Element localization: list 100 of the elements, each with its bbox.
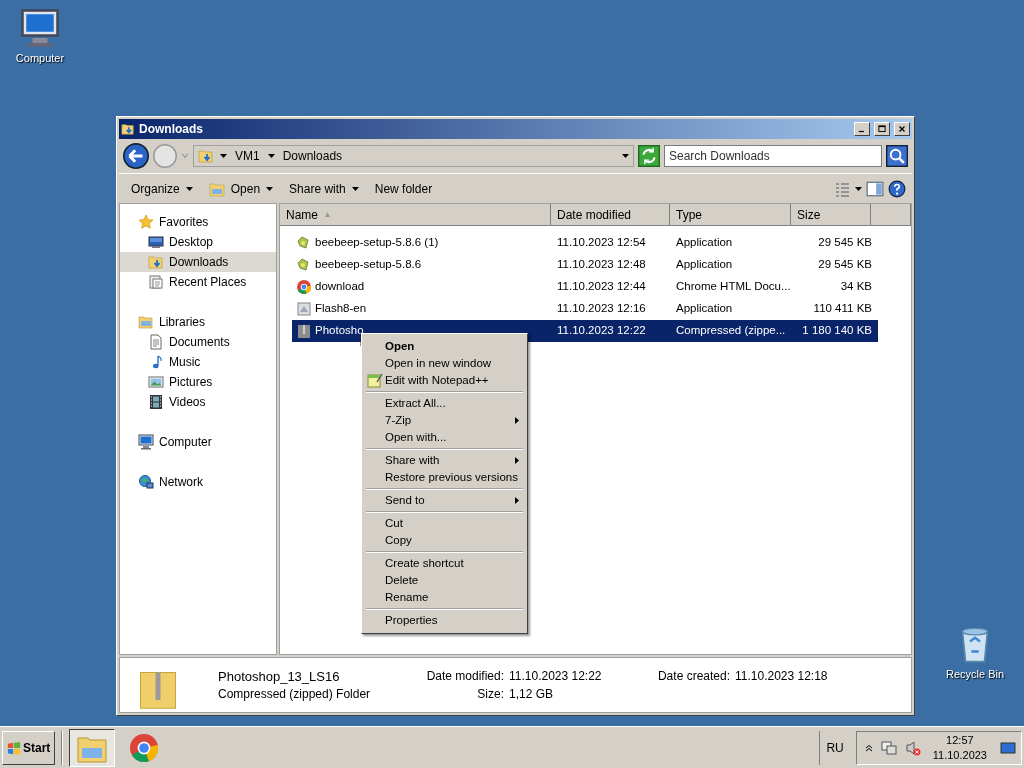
file-row[interactable]: Flash8-en 11.10.2023 12:16 Application 110 411 KB: [292, 298, 878, 320]
computer-icon: [138, 434, 154, 450]
refresh-button[interactable]: [638, 145, 660, 167]
menu-item[interactable]: Extract All...: [366, 395, 523, 412]
table-cell-text: 110 411 KB: [812, 301, 873, 317]
table-cell-text: 1 180 140 KB: [801, 323, 873, 339]
maximize-button[interactable]: [874, 122, 890, 136]
menu-item[interactable]: Restore previous versions: [366, 469, 523, 486]
nav-item[interactable]: Libraries: [120, 312, 276, 332]
menu-item[interactable]: Rename: [366, 589, 523, 606]
caret-icon: [267, 154, 275, 158]
menu-item[interactable]: 7-Zip: [366, 412, 523, 429]
document-icon: [148, 334, 164, 350]
folder-download-icon: [121, 122, 135, 136]
desktop-icon-label[interactable]: Recycle Bin: [945, 666, 1005, 683]
field-value: 11.10.2023 12:18: [735, 668, 828, 685]
caret-icon: [185, 186, 193, 191]
column-header[interactable]: Date modified: [551, 204, 670, 226]
toolbar-menu-button[interactable]: Organize: [125, 177, 199, 200]
close-icon: [897, 124, 907, 134]
show-desktop-icon[interactable]: [999, 739, 1017, 756]
menu-item[interactable]: Delete: [366, 572, 523, 589]
file-type: Compressed (zipped) Folder: [218, 686, 372, 703]
nav-item[interactable]: Music: [120, 352, 276, 372]
address-bar[interactable]: VM1 Downloads: [193, 145, 634, 167]
caret-icon: [220, 154, 227, 158]
column-header[interactable]: Type: [670, 204, 791, 226]
file-row[interactable]: beebeep-setup-5.8.6 11.10.2023 12:48 Application 29 545 KB: [292, 254, 878, 276]
column-header[interactable]: [871, 204, 911, 226]
nav-item[interactable]: Documents: [120, 332, 276, 352]
toolbar-menu-button[interactable]: Open: [202, 177, 280, 200]
nav-item[interactable]: Favorites: [120, 212, 276, 232]
maximize-icon: [877, 124, 887, 134]
table-cell-text: 29 545 KB: [817, 257, 873, 273]
minimize-button[interactable]: [854, 122, 870, 136]
submenu-arrow-icon: [515, 457, 519, 464]
submenu-arrow-icon: [515, 417, 519, 424]
file-row[interactable]: beebeep-setup-5.8.6 (1) 11.10.2023 12:54 Application 29 545 KB: [292, 232, 878, 254]
chevron-up-icon[interactable]: [864, 742, 873, 753]
film-icon: [148, 394, 164, 410]
globe-icon: [138, 474, 154, 490]
toolbar-button[interactable]: New folder: [368, 177, 439, 200]
window-title: Downloads: [139, 121, 204, 138]
column-header[interactable]: Size: [791, 204, 871, 226]
file-row[interactable]: Photosho 11.10.2023 12:22 Compressed (zippe... 1 180 140 KB: [292, 320, 878, 342]
file-row[interactable]: download 11.10.2023 12:44 Chrome HTML Docu... 34 KB: [292, 276, 878, 298]
close-button[interactable]: [894, 122, 910, 136]
monitor-icon: [148, 234, 164, 250]
nav-item[interactable]: Desktop: [120, 232, 276, 252]
windows-flag-icon: [7, 740, 21, 755]
notepad-icon: [367, 372, 383, 388]
computer-icon[interactable]: [20, 8, 60, 48]
zip-folder-icon: [296, 323, 312, 339]
language-indicator[interactable]: RU: [819, 730, 850, 765]
menu-item[interactable]: Create shortcut: [366, 555, 523, 572]
menu-item[interactable]: Open with...: [366, 429, 523, 446]
nav-item[interactable]: Recent Places: [120, 272, 276, 292]
file-name: beebeep-setup-5.8.6: [315, 257, 422, 273]
table-cell-text: 11.10.2023 12:16: [556, 301, 647, 317]
folder-download-icon: [198, 148, 214, 164]
nav-item[interactable]: Videos: [120, 392, 276, 412]
nav-item[interactable]: Downloads: [120, 252, 276, 272]
taskbar-app-button[interactable]: [69, 728, 116, 767]
menu-item[interactable]: Properties: [366, 612, 523, 629]
search-field[interactable]: Search Downloads: [664, 145, 882, 167]
table-cell-text: Compressed (zippe...: [675, 323, 787, 339]
nav-item[interactable]: Network: [120, 472, 276, 492]
caret-icon: [622, 154, 629, 158]
field-label: Date created:: [656, 668, 730, 685]
menu-item[interactable]: Share with: [366, 452, 523, 469]
menu-item[interactable]: Send to: [366, 492, 523, 509]
network-icon[interactable]: [880, 739, 897, 756]
toolbar-menu-button[interactable]: Share with: [283, 177, 365, 200]
folder-icon: [208, 180, 225, 197]
table-cell-text: Application: [675, 301, 734, 317]
desktop-icon-label[interactable]: Computer: [15, 50, 65, 67]
search-button[interactable]: [886, 145, 908, 167]
sort-arrow-icon: [324, 212, 331, 217]
help-icon[interactable]: [888, 179, 906, 198]
file-name: Photoshop_13_LS16: [218, 668, 341, 685]
caret-icon: [266, 186, 274, 191]
breadcrumb[interactable]: Downloads: [280, 147, 345, 165]
picture-icon: [148, 374, 164, 390]
menu-item[interactable]: Copy: [366, 532, 523, 549]
field-label: Size:: [476, 686, 504, 703]
menu-item[interactable]: Cut: [366, 515, 523, 532]
menu-item[interactable]: Open in new window: [366, 355, 523, 372]
nav-item[interactable]: Pictures: [120, 372, 276, 392]
breadcrumb[interactable]: VM1: [233, 147, 262, 165]
menu-item[interactable]: Edit with Notepad++: [366, 372, 523, 389]
column-header[interactable]: Name: [280, 204, 551, 226]
back-button[interactable]: [123, 143, 149, 169]
start-button[interactable]: Start: [2, 730, 56, 765]
preview-pane-icon[interactable]: [866, 179, 884, 198]
nav-item[interactable]: Computer: [120, 432, 276, 452]
table-cell-text: 11.10.2023 12:22: [556, 323, 647, 339]
speaker-muted-icon[interactable]: [904, 739, 921, 756]
table-cell-text: Application: [675, 257, 734, 273]
recent-places-icon: [148, 274, 164, 290]
table-cell-text: 11.10.2023 12:48: [556, 257, 647, 273]
